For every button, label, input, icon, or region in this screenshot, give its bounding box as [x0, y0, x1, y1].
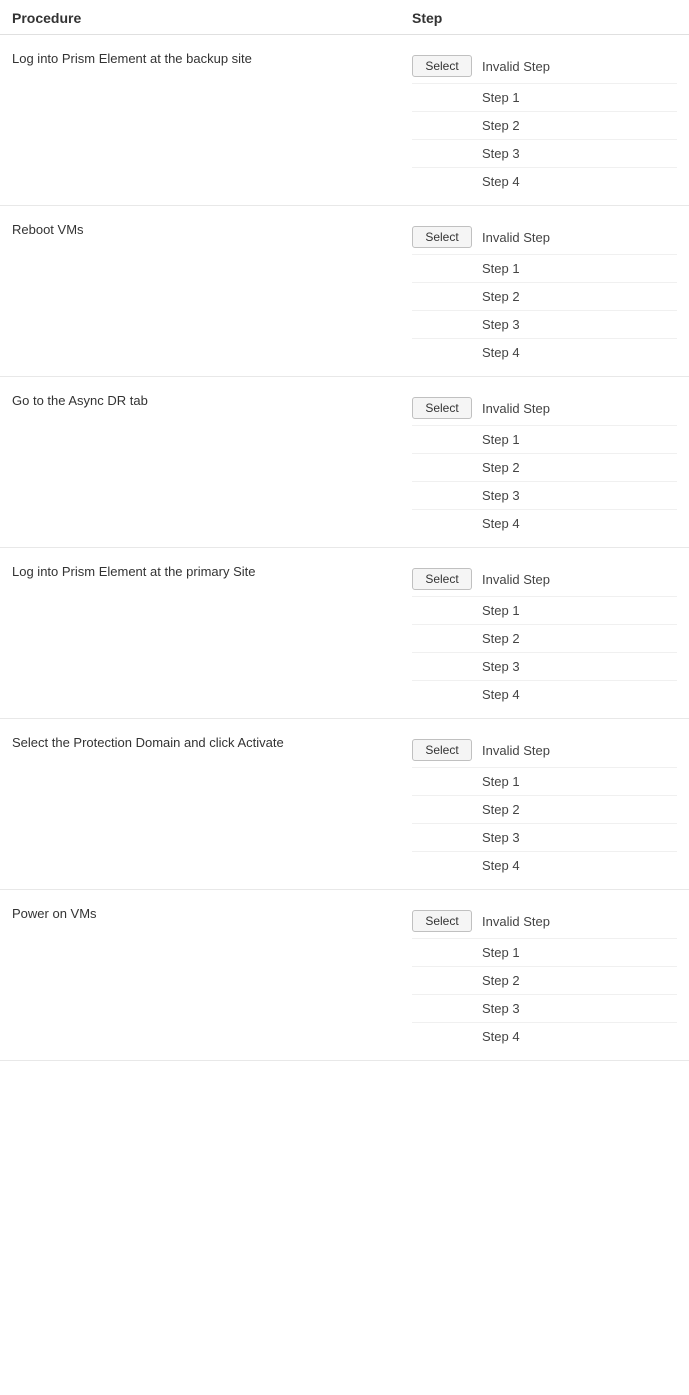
- procedure-row: Select the Protection Domain and click A…: [0, 719, 689, 889]
- step-option-label: Invalid Step: [482, 59, 550, 74]
- procedure-block: Power on VMsSelect Invalid Step Step 1 Step…: [0, 890, 689, 1061]
- step-option-row: Step 1: [412, 768, 677, 796]
- procedure-header: Procedure: [12, 10, 412, 26]
- step-option-label: Step 4: [412, 1029, 520, 1044]
- step-option-label: Step 1: [412, 945, 520, 960]
- step-option-label: Step 1: [412, 432, 520, 447]
- step-option-label: Step 1: [412, 603, 520, 618]
- step-option-label: Step 3: [412, 146, 520, 161]
- step-column: Select Invalid Step Step 1 Step 2 Step 3 Step…: [412, 904, 677, 1060]
- table-header: Procedure Step: [0, 0, 689, 35]
- procedure-row: Power on VMsSelect Invalid Step Step 1 Step…: [0, 890, 689, 1060]
- step-option-label: Step 3: [412, 488, 520, 503]
- procedure-block: Reboot VMsSelect Invalid Step Step 1 Step 2…: [0, 206, 689, 377]
- step-option-label: Invalid Step: [482, 743, 550, 758]
- procedure-block: Go to the Async DR tabSelect Invalid Step…: [0, 377, 689, 548]
- step-option-label: Step 1: [412, 261, 520, 276]
- step-option-row: Step 3: [412, 653, 677, 681]
- step-column: Select Invalid Step Step 1 Step 2 Step 3 Step…: [412, 391, 677, 547]
- procedure-block: Select the Protection Domain and click A…: [0, 719, 689, 890]
- step-column: Select Invalid Step Step 1 Step 2 Step 3 Step…: [412, 562, 677, 718]
- step-option-label: Step 3: [412, 317, 520, 332]
- step-option-row: Step 3: [412, 140, 677, 168]
- step-option-label: Invalid Step: [482, 572, 550, 587]
- step-option-label: Step 4: [412, 516, 520, 531]
- step-option-label: Step 3: [412, 830, 520, 845]
- procedure-name: Power on VMs: [12, 904, 412, 921]
- step-option-row: Select Invalid Step: [412, 904, 677, 939]
- step-option-row: Step 4: [412, 339, 677, 366]
- step-option-label: Step 2: [412, 289, 520, 304]
- step-header: Step: [412, 10, 677, 26]
- step-option-row: Step 3: [412, 824, 677, 852]
- step-option-row: Step 1: [412, 255, 677, 283]
- step-option-row: Select Invalid Step: [412, 391, 677, 426]
- step-column: Select Invalid Step Step 1 Step 2 Step 3 Step…: [412, 733, 677, 889]
- step-option-row: Step 4: [412, 168, 677, 195]
- step-column: Select Invalid Step Step 1 Step 2 Step 3 Step…: [412, 49, 677, 205]
- step-option-label: Step 2: [412, 973, 520, 988]
- select-button[interactable]: Select: [412, 55, 472, 77]
- step-option-row: Select Invalid Step: [412, 220, 677, 255]
- step-option-row: Step 2: [412, 625, 677, 653]
- procedure-name: Select the Protection Domain and click A…: [12, 733, 412, 750]
- step-option-row: Step 3: [412, 311, 677, 339]
- step-option-row: Step 2: [412, 796, 677, 824]
- step-option-row: Select Invalid Step: [412, 562, 677, 597]
- step-option-row: Step 1: [412, 939, 677, 967]
- select-button[interactable]: Select: [412, 568, 472, 590]
- step-option-label: Step 3: [412, 1001, 520, 1016]
- step-option-label: Invalid Step: [482, 914, 550, 929]
- step-option-label: Step 4: [412, 345, 520, 360]
- procedure-block: Log into Prism Element at the backup sit…: [0, 35, 689, 206]
- procedure-name: Log into Prism Element at the primary Si…: [12, 562, 412, 579]
- step-option-row: Step 4: [412, 510, 677, 537]
- step-option-label: Step 4: [412, 174, 520, 189]
- step-option-label: Step 2: [412, 802, 520, 817]
- step-option-row: Step 2: [412, 283, 677, 311]
- step-option-row: Step 4: [412, 852, 677, 879]
- select-button[interactable]: Select: [412, 739, 472, 761]
- step-option-row: Step 4: [412, 681, 677, 708]
- select-button[interactable]: Select: [412, 226, 472, 248]
- step-option-row: Select Invalid Step: [412, 733, 677, 768]
- step-option-row: Step 3: [412, 482, 677, 510]
- step-option-row: Step 4: [412, 1023, 677, 1050]
- step-option-row: Step 1: [412, 426, 677, 454]
- step-option-row: Step 3: [412, 995, 677, 1023]
- procedure-block: Log into Prism Element at the primary Si…: [0, 548, 689, 719]
- step-option-label: Step 2: [412, 460, 520, 475]
- step-option-row: Step 1: [412, 597, 677, 625]
- step-option-label: Invalid Step: [482, 230, 550, 245]
- procedure-name: Log into Prism Element at the backup sit…: [12, 49, 412, 66]
- step-option-label: Step 2: [412, 631, 520, 646]
- procedure-row: Log into Prism Element at the primary Si…: [0, 548, 689, 718]
- step-option-row: Step 1: [412, 84, 677, 112]
- select-button[interactable]: Select: [412, 397, 472, 419]
- step-option-label: Step 4: [412, 858, 520, 873]
- procedure-row: Go to the Async DR tabSelect Invalid Step…: [0, 377, 689, 547]
- step-option-label: Step 1: [412, 774, 520, 789]
- step-option-label: Step 1: [412, 90, 520, 105]
- step-option-label: Step 4: [412, 687, 520, 702]
- procedure-name: Go to the Async DR tab: [12, 391, 412, 408]
- step-option-row: Select Invalid Step: [412, 49, 677, 84]
- step-option-row: Step 2: [412, 454, 677, 482]
- step-option-row: Step 2: [412, 112, 677, 140]
- procedure-row: Log into Prism Element at the backup sit…: [0, 35, 689, 205]
- select-button[interactable]: Select: [412, 910, 472, 932]
- step-option-label: Step 3: [412, 659, 520, 674]
- procedure-name: Reboot VMs: [12, 220, 412, 237]
- step-option-row: Step 2: [412, 967, 677, 995]
- procedures-list: Log into Prism Element at the backup sit…: [0, 35, 689, 1061]
- step-option-label: Step 2: [412, 118, 520, 133]
- main-container: Procedure Step Log into Prism Element at…: [0, 0, 689, 1061]
- procedure-row: Reboot VMsSelect Invalid Step Step 1 Step 2…: [0, 206, 689, 376]
- step-option-label: Invalid Step: [482, 401, 550, 416]
- step-column: Select Invalid Step Step 1 Step 2 Step 3 Step…: [412, 220, 677, 376]
